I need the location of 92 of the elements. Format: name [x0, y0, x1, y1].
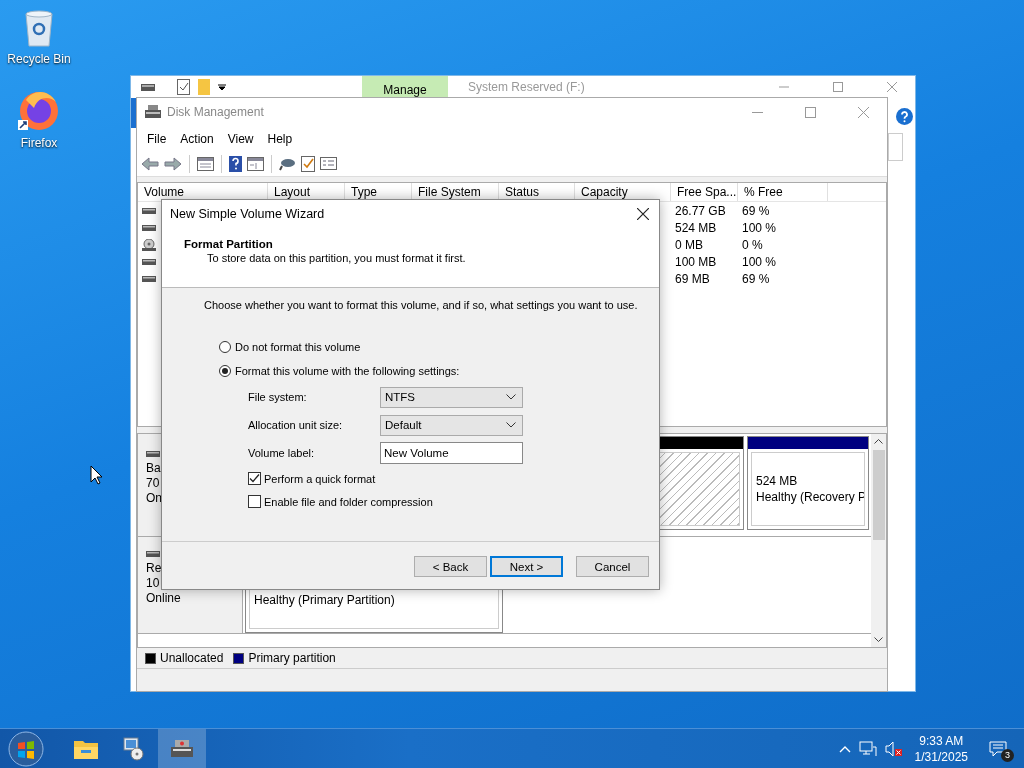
- menu-item[interactable]: Help: [260, 131, 300, 146]
- drive-icon: [142, 274, 156, 283]
- table-cell: 100 MB: [675, 254, 717, 269]
- folder-icon: [74, 739, 98, 759]
- checklist-icon[interactable]: [301, 155, 315, 172]
- computer-disc-icon: [122, 737, 146, 761]
- disk-info: Ba: [146, 461, 162, 476]
- drive-icon: [142, 223, 156, 232]
- forward-icon[interactable]: [164, 156, 182, 171]
- dialog-button[interactable]: < Back: [414, 556, 487, 577]
- disk-info: 70: [146, 476, 161, 491]
- field-label: Allocation unit size:: [248, 419, 344, 431]
- mouse-pointer-icon: [90, 465, 103, 485]
- help-icon[interactable]: [229, 155, 242, 172]
- table-cell: 0 MB: [675, 237, 703, 252]
- scrollbar[interactable]: [871, 434, 886, 647]
- table-cell: 69 %: [742, 203, 770, 218]
- chevron-down-icon: [506, 394, 516, 400]
- checkbox-label[interactable]: Enable file and folder compression: [264, 495, 433, 508]
- maximize-icon[interactable]: [805, 106, 816, 118]
- message-icon: [989, 741, 1007, 757]
- table-cell: 100 %: [742, 220, 777, 235]
- properties-icon[interactable]: [177, 79, 190, 95]
- radio-button[interactable]: [219, 365, 231, 377]
- clock-date[interactable]: 1/31/2025: [914, 749, 968, 765]
- radio-button[interactable]: [219, 341, 231, 353]
- start-button-icon[interactable]: [8, 731, 44, 767]
- legend-label: Unallocated: [160, 651, 224, 665]
- disk-info: 10: [146, 576, 161, 591]
- drive-icon[interactable]: [141, 82, 155, 92]
- dropdown[interactable]: NTFS: [380, 386, 523, 408]
- disk-info: Re: [146, 561, 163, 576]
- caret-icon[interactable]: [218, 83, 226, 91]
- partition-info: 524 MB: [756, 473, 799, 489]
- console-icon[interactable]: [247, 156, 264, 171]
- search-field[interactable]: [888, 133, 903, 161]
- column-header[interactable]: Free Spa...: [671, 183, 738, 201]
- radio-label[interactable]: Format this volume with the following settings:: [235, 365, 460, 377]
- instruction-text: Choose whether you want to format this volume, and if so, what settings you want to use.: [204, 299, 639, 311]
- table-cell: 69 MB: [675, 271, 710, 286]
- field-label: File system:: [248, 391, 308, 403]
- drive-icon: [142, 257, 156, 266]
- column-header[interactable]: % Free: [738, 183, 828, 201]
- checkbox[interactable]: [248, 472, 261, 485]
- table-cell: 100 %: [742, 254, 777, 269]
- table-cell: 69 %: [742, 271, 770, 286]
- scroll-up-icon[interactable]: [874, 438, 883, 444]
- partition-info: Healthy (Primary Partition): [254, 592, 396, 608]
- drive-icon: [146, 450, 160, 458]
- magnifier-icon[interactable]: [279, 156, 296, 171]
- checkbox-label[interactable]: Perform a quick format: [264, 472, 376, 485]
- field-label: Volume label:: [248, 447, 316, 459]
- menu-item[interactable]: Action: [173, 131, 221, 146]
- ribbon-tab[interactable]: Manage: [362, 76, 448, 98]
- menu-item[interactable]: File: [140, 131, 174, 146]
- table-cell: 26.77 GB: [675, 203, 726, 218]
- muted-speaker-icon[interactable]: [884, 741, 903, 757]
- back-icon[interactable]: [141, 156, 159, 171]
- text-field[interactable]: New Volume: [380, 442, 523, 464]
- disk-management-icon: [145, 105, 161, 119]
- dropdown[interactable]: Default: [380, 414, 523, 436]
- legend-label: Primary partition: [248, 651, 336, 665]
- properties-icon[interactable]: [320, 157, 337, 170]
- dialog-button[interactable]: Next >: [490, 556, 563, 577]
- window-title: Disk Management: [167, 105, 265, 119]
- taskbar-button[interactable]: [158, 729, 206, 768]
- disk-management-icon: [171, 740, 193, 758]
- help-icon[interactable]: [896, 108, 913, 125]
- window-title: System Reserved (F:): [468, 80, 586, 94]
- console-icon[interactable]: [197, 156, 214, 171]
- disk-info: Online: [146, 591, 182, 606]
- page-heading: Format Partition: [184, 238, 274, 250]
- clock-time[interactable]: 9:33 AM: [919, 733, 964, 749]
- dialog-button[interactable]: Cancel: [576, 556, 649, 577]
- radio-label[interactable]: Do not format this volume: [235, 341, 361, 353]
- drive-icon: [142, 206, 156, 215]
- close-icon[interactable]: [637, 208, 649, 220]
- chevron-down-icon: [506, 422, 516, 428]
- maximize-icon[interactable]: [833, 82, 843, 92]
- disk-info: On: [146, 491, 163, 506]
- dialog-title: New Simple Volume Wizard: [170, 207, 325, 221]
- chevron-up-icon[interactable]: [838, 745, 851, 753]
- drive-icon: [146, 550, 160, 558]
- page-subheading: To store data on this partition, you must format it first.: [206, 252, 467, 264]
- scroll-down-icon[interactable]: [874, 637, 883, 643]
- cd-drive-icon: [142, 238, 156, 251]
- network-icon[interactable]: [858, 741, 877, 757]
- notification-count: 3: [1001, 749, 1014, 762]
- table-cell: 0 %: [742, 237, 763, 252]
- menu-item[interactable]: View: [220, 131, 261, 146]
- table-cell: 524 MB: [675, 220, 717, 235]
- checkbox[interactable]: [248, 495, 261, 508]
